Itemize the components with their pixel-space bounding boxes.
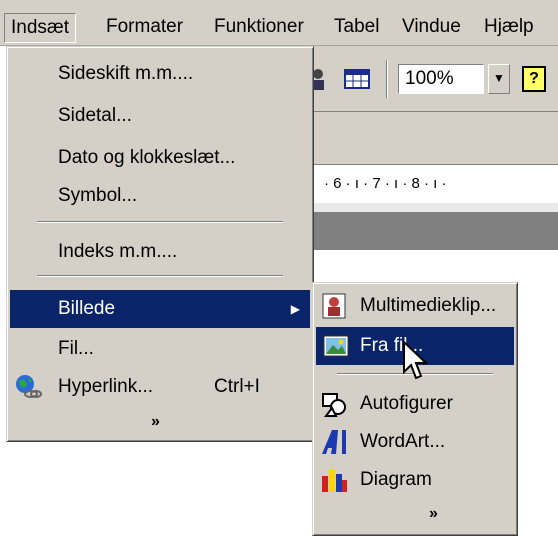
menu-item-label: Autofigurer — [360, 393, 453, 414]
menu-item-label: Fil... — [58, 338, 94, 359]
menu-item-sidetal[interactable]: Sidetal... — [10, 97, 310, 135]
autoshapes-icon — [320, 390, 348, 418]
menu-item-hyperlink[interactable]: Hyperlink... Ctrl+I — [10, 368, 310, 406]
menu-item-indeks[interactable]: Indeks m.m.... — [10, 233, 310, 271]
expand-menu-icon[interactable]: » — [429, 505, 438, 523]
zoom-dropdown-arrow-icon[interactable]: ▼ — [488, 64, 510, 94]
menu-vindue[interactable]: Vindue — [396, 13, 467, 43]
picture-submenu: Multimedieklip... Fra fil... Autofigurer — [312, 282, 518, 536]
zoom-field[interactable]: 100% — [398, 64, 484, 94]
menu-item-label: Dato og klokkeslæt... — [58, 147, 236, 168]
menu-item-diagram[interactable]: Diagram — [316, 461, 514, 499]
menu-item-wordart[interactable]: WordArt... — [316, 423, 514, 461]
menu-item-autofigurer[interactable]: Autofigurer — [316, 385, 514, 423]
menu-item-sideskift[interactable]: Sideskift m.m.... — [10, 55, 310, 93]
insert-table-icon[interactable] — [342, 64, 372, 94]
toolbar-area — [300, 112, 558, 164]
picture-from-file-icon — [322, 332, 350, 360]
menu-bar: Indsæt Formater Funktioner Tabel Vindue … — [0, 0, 558, 46]
menu-item-label: Sideskift m.m.... — [58, 63, 194, 84]
chart-icon — [320, 466, 348, 494]
menu-item-shortcut: Ctrl+I — [214, 376, 260, 397]
menu-item-dato[interactable]: Dato og klokkeslæt... — [10, 139, 310, 177]
menu-item-label: Indeks m.m.... — [58, 241, 178, 262]
menu-item-multimedieklip[interactable]: Multimedieklip... — [316, 287, 514, 325]
menu-item-label: Multimedieklip... — [360, 295, 497, 316]
expand-menu-icon[interactable]: » — [151, 413, 160, 431]
menu-item-label: Symbol... — [58, 185, 138, 206]
wordart-icon — [320, 428, 348, 456]
clipart-icon — [320, 292, 348, 320]
help-icon[interactable]: ? — [522, 66, 546, 92]
menu-item-label: Billede — [58, 298, 116, 319]
submenu-arrow-icon: ▶ — [290, 302, 300, 316]
menu-formater[interactable]: Formater — [100, 13, 189, 43]
menu-separator — [37, 275, 283, 277]
toolbar-divider — [386, 60, 388, 98]
menu-funktioner[interactable]: Funktioner — [208, 13, 310, 43]
hyperlink-globe-icon — [14, 373, 42, 401]
mouse-cursor-icon — [400, 339, 434, 384]
menu-item-label: WordArt... — [360, 431, 446, 452]
document-area — [300, 212, 558, 250]
ruler-ticks: · 6 · ı · 7 · ı · 8 · ı · — [324, 175, 447, 192]
menu-item-fil[interactable]: Fil... — [10, 330, 310, 368]
menu-separator — [37, 221, 283, 223]
menu-item-label: Hyperlink... — [58, 376, 154, 397]
menu-item-label: Diagram — [360, 469, 432, 490]
ruler: · 6 · ı · 7 · ı · 8 · ı · — [300, 164, 558, 213]
menu-indsaet[interactable]: Indsæt — [4, 13, 77, 43]
menu-item-label: Sidetal... — [58, 105, 132, 126]
insert-menu: Sideskift m.m.... Sidetal... Dato og klo… — [6, 46, 314, 442]
menu-item-symbol[interactable]: Symbol... — [10, 177, 310, 215]
menu-hjaelp[interactable]: Hjælp — [478, 13, 540, 43]
menu-item-billede[interactable]: Billede ▶ — [10, 290, 310, 328]
menu-tabel[interactable]: Tabel — [328, 13, 385, 43]
